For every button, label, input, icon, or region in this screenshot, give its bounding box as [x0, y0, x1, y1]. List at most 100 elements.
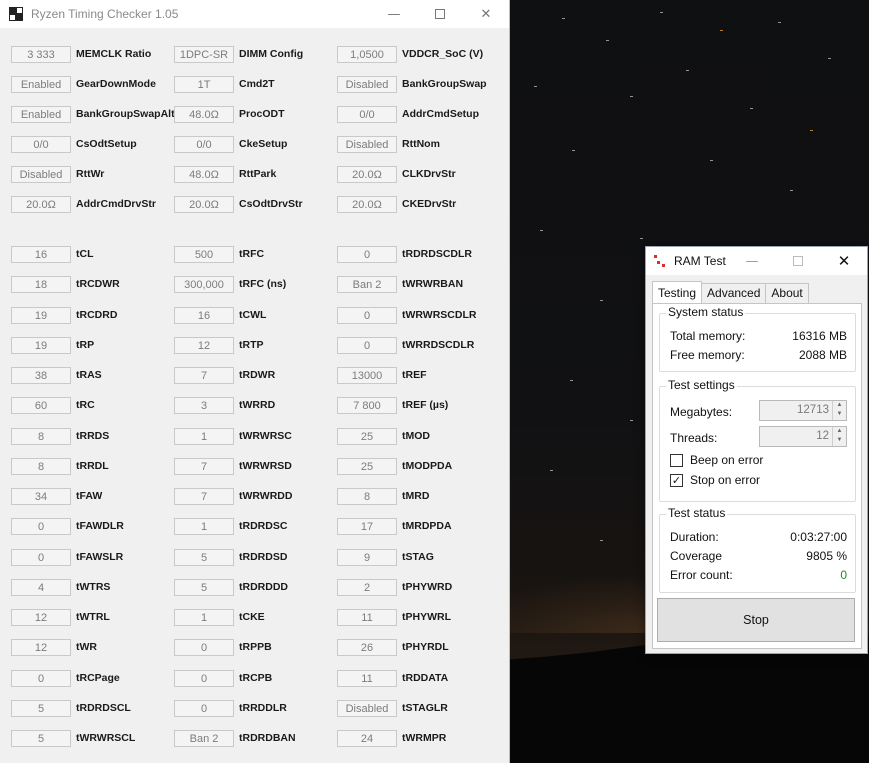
csodtdrvstr-value[interactable]: 20.0Ω — [174, 196, 234, 213]
dimm-config-value[interactable]: 1DPC-SR — [174, 46, 234, 63]
check-icon[interactable]: ✓ — [670, 473, 683, 487]
minimize-button[interactable]: — — [371, 0, 417, 28]
tref-value[interactable]: 13000 — [337, 367, 397, 384]
star — [540, 230, 543, 231]
tfaw-value[interactable]: 34 — [11, 488, 71, 505]
star — [790, 190, 793, 191]
tfawdlr-value[interactable]: 0 — [11, 518, 71, 535]
rttnom-value[interactable]: Disabled — [337, 136, 397, 153]
free-memory-value: 2088 MB — [798, 348, 847, 362]
tab-about[interactable]: About — [765, 283, 809, 303]
threads-stepper[interactable]: 12 ▲ ▼ — [759, 426, 847, 447]
addrcmddrvstr-value[interactable]: 20.0Ω — [11, 196, 71, 213]
trp-value[interactable]: 19 — [11, 337, 71, 354]
ckedrvstr-value[interactable]: 20.0Ω — [337, 196, 397, 213]
threads-stepper-arrows[interactable]: ▲ ▼ — [832, 427, 846, 446]
twrwrscdlr-value[interactable]: 0 — [337, 307, 397, 324]
addrcmdsetup-value[interactable]: 0/0 — [337, 106, 397, 123]
tref-s-value[interactable]: 7 800 — [337, 397, 397, 414]
bankgroupswapalt-value[interactable]: Enabled — [11, 106, 71, 123]
trdrdscl-value[interactable]: 5 — [11, 700, 71, 717]
trdrdsd-value[interactable]: 5 — [174, 549, 234, 566]
tmrd-value[interactable]: 8 — [337, 488, 397, 505]
trc-value[interactable]: 60 — [11, 397, 71, 414]
rttwr-value[interactable]: Disabled — [11, 166, 71, 183]
stop-button[interactable]: Stop — [657, 598, 855, 642]
vddcr-soc-v-value[interactable]: 1,0500 — [337, 46, 397, 63]
tfawslr-value[interactable]: 0 — [11, 549, 71, 566]
free-memory-row: Free memory: 2088 MB — [670, 348, 847, 364]
beep-on-error-checkbox-box[interactable] — [670, 453, 683, 467]
trfc-ns-value[interactable]: 300,000 — [174, 276, 234, 293]
megabytes-stepper[interactable]: 12713 ▲ ▼ — [759, 400, 847, 421]
ram-test-minimize-button[interactable]: — — [729, 247, 775, 275]
twr-value[interactable]: 12 — [11, 639, 71, 656]
trfc-value[interactable]: 500 — [174, 246, 234, 263]
tstag-label: tSTAG — [402, 551, 434, 563]
tstag-value[interactable]: 9 — [337, 549, 397, 566]
twrrdscdlr-value[interactable]: 0 — [337, 337, 397, 354]
procodt-value[interactable]: 48.0Ω — [174, 106, 234, 123]
trtp-value[interactable]: 12 — [174, 337, 234, 354]
trdrdsc-value[interactable]: 1 — [174, 518, 234, 535]
ram-test-title: RAM Test — [674, 254, 726, 268]
megabytes-stepper-arrows[interactable]: ▲ ▼ — [832, 401, 846, 420]
trcpage-value[interactable]: 0 — [11, 670, 71, 687]
title-bar[interactable]: Ryzen Timing Checker 1.05 — ✕ — [0, 0, 509, 28]
tmodpda-value[interactable]: 25 — [337, 458, 397, 475]
trdrddd-value[interactable]: 5 — [174, 579, 234, 596]
twrwrdd-value[interactable]: 7 — [174, 488, 234, 505]
tmrdpda-value[interactable]: 17 — [337, 518, 397, 535]
tphywrl-value[interactable]: 11 — [337, 609, 397, 626]
maximize-button[interactable] — [417, 0, 463, 28]
twtrs-value[interactable]: 4 — [11, 579, 71, 596]
tab-advanced[interactable]: Advanced — [701, 283, 767, 303]
trdwr-value[interactable]: 7 — [174, 367, 234, 384]
csodtsetup-value[interactable]: 0/0 — [11, 136, 71, 153]
ram-test-maximize-button[interactable] — [775, 247, 821, 275]
tcl-value[interactable]: 16 — [11, 246, 71, 263]
star — [572, 150, 575, 151]
ckesetup-value[interactable]: 0/0 — [174, 136, 234, 153]
stepper-down-icon[interactable]: ▼ — [833, 436, 846, 445]
tphyrdl-value[interactable]: 26 — [337, 639, 397, 656]
ram-test-title-bar[interactable]: RAM Test — ✕ — [646, 247, 867, 275]
trcdwr-value[interactable]: 18 — [11, 276, 71, 293]
memclk-ratio-value[interactable]: 3 333 — [11, 46, 71, 63]
tmod-value[interactable]: 25 — [337, 428, 397, 445]
trdrdscdlr-value[interactable]: 0 — [337, 246, 397, 263]
twrmpr-value[interactable]: 24 — [337, 730, 397, 747]
cmd2t-value[interactable]: 1T — [174, 76, 234, 93]
geardownmode-value[interactable]: Enabled — [11, 76, 71, 93]
tab-testing[interactable]: Testing — [652, 281, 703, 303]
twrwrban-value[interactable]: Ban 2 — [337, 276, 397, 293]
trddata-value[interactable]: 11 — [337, 670, 397, 687]
stepper-up-icon[interactable]: ▲ — [833, 401, 846, 410]
twtrl-value[interactable]: 12 — [11, 609, 71, 626]
tstaglr-value[interactable]: Disabled — [337, 700, 397, 717]
tphywrd-value[interactable]: 2 — [337, 579, 397, 596]
stepper-up-icon[interactable]: ▲ — [833, 427, 846, 436]
trcpb-value[interactable]: 0 — [174, 670, 234, 687]
twrwrscl-value[interactable]: 5 — [11, 730, 71, 747]
twrwrsd-value[interactable]: 7 — [174, 458, 234, 475]
tcke-value[interactable]: 1 — [174, 609, 234, 626]
trdrdban-value[interactable]: Ban 2 — [174, 730, 234, 747]
trrddlr-value[interactable]: 0 — [174, 700, 234, 717]
twrrd-value[interactable]: 3 — [174, 397, 234, 414]
tcwl-value[interactable]: 16 — [174, 307, 234, 324]
trrdl-value[interactable]: 8 — [11, 458, 71, 475]
trppb-value[interactable]: 0 — [174, 639, 234, 656]
twrwrsc-value[interactable]: 1 — [174, 428, 234, 445]
stop-on-error-checkbox[interactable]: ✓ Stop on error — [670, 473, 760, 487]
clkdrvstr-value[interactable]: 20.0Ω — [337, 166, 397, 183]
close-button[interactable]: ✕ — [463, 0, 509, 28]
bankgroupswap-value[interactable]: Disabled — [337, 76, 397, 93]
ram-test-close-button[interactable]: ✕ — [821, 247, 867, 275]
trrds-value[interactable]: 8 — [11, 428, 71, 445]
stepper-down-icon[interactable]: ▼ — [833, 410, 846, 419]
tras-value[interactable]: 38 — [11, 367, 71, 384]
rttpark-value[interactable]: 48.0Ω — [174, 166, 234, 183]
trcdrd-value[interactable]: 19 — [11, 307, 71, 324]
beep-on-error-checkbox[interactable]: Beep on error — [670, 453, 763, 467]
